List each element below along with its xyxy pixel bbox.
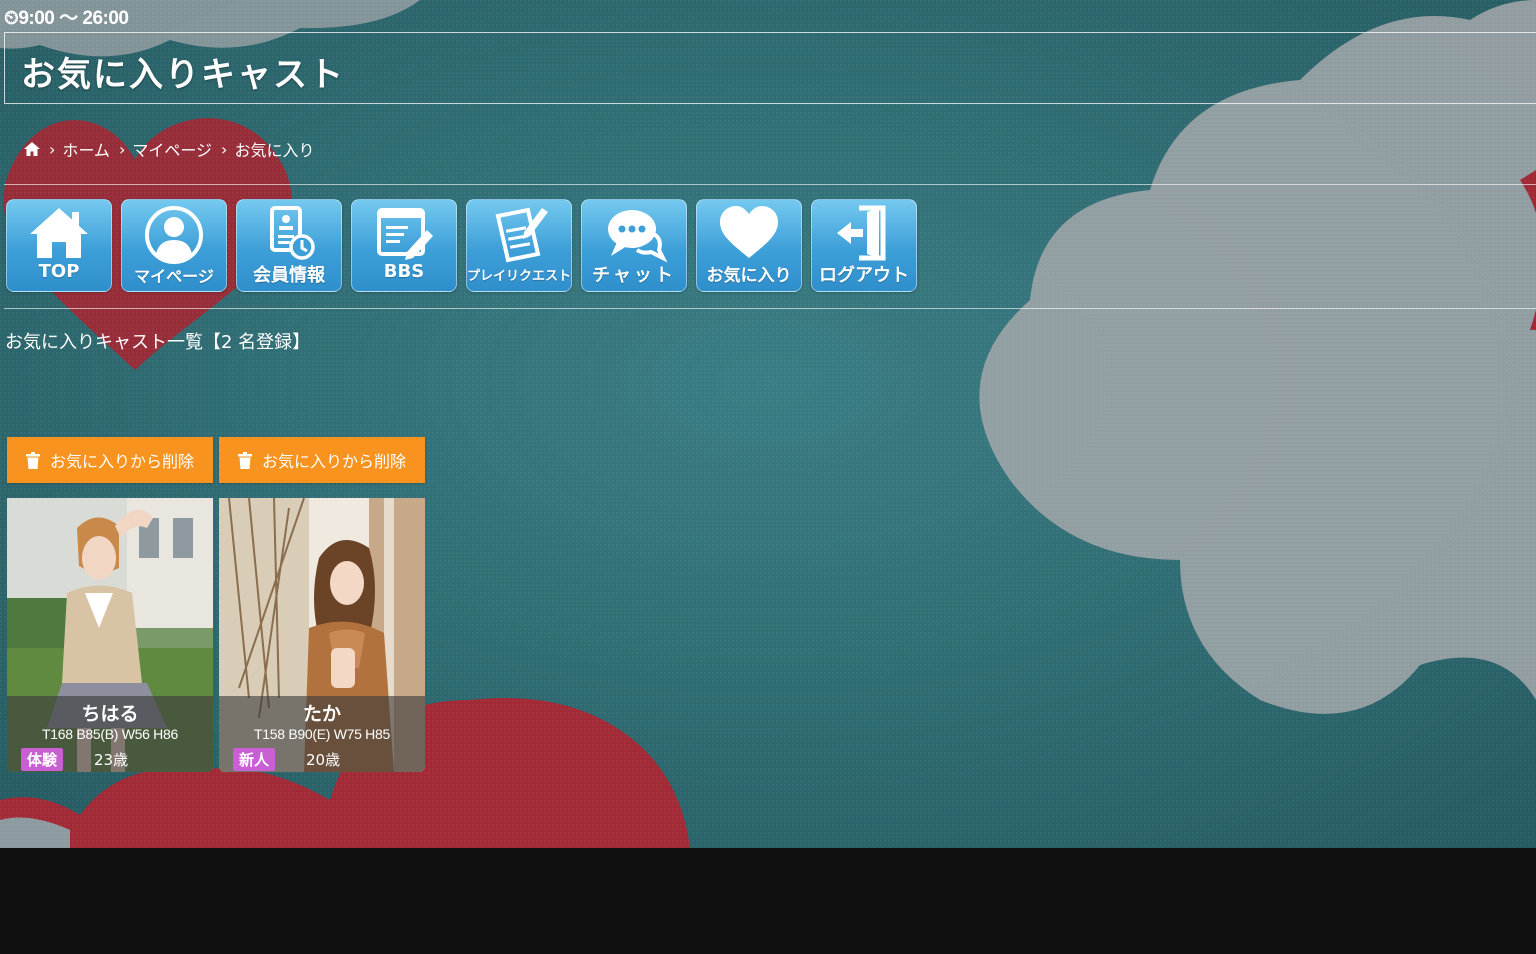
status-badge: 新人: [233, 748, 276, 771]
nav-play-request-button[interactable]: プレイリクエスト: [466, 199, 572, 292]
nav-favorites-button[interactable]: お気に入り: [696, 199, 802, 292]
bbs-icon: [377, 208, 433, 260]
breadcrumb-separator: ›: [221, 139, 228, 159]
nav-label: 会員情報: [253, 265, 325, 286]
nav-mypage-button[interactable]: マイページ: [121, 199, 227, 292]
member-info-icon: [270, 206, 315, 260]
footer: [0, 848, 1536, 954]
breadcrumb-separator: ›: [118, 139, 126, 159]
remove-favorite-label: お気に入りから削除: [49, 452, 194, 471]
nav-label: チャット: [592, 265, 676, 286]
cast-info: ちはる T168 B85(B) W56 H86 体験 23歳: [7, 696, 213, 772]
divider: [4, 308, 1536, 309]
trash-icon: [237, 451, 252, 469]
user-icon: [145, 206, 203, 264]
remove-favorite-button[interactable]: お気に入りから削除: [7, 437, 213, 483]
cast-age: 23歳: [94, 751, 129, 769]
nav-top-button[interactable]: TOP: [6, 199, 112, 292]
remove-favorite-button[interactable]: お気に入りから削除: [219, 437, 425, 483]
breadcrumb: › ホーム › マイページ › お気に入り: [24, 137, 314, 161]
remove-favorite-label: お気に入りから削除: [261, 452, 406, 471]
cast-card: お気に入りから削除 たか T158 B90(E) W75 H85 新人 20歳: [219, 437, 425, 772]
status-badge: 体験: [21, 748, 64, 771]
page-title-box: お気に入りキャスト: [4, 32, 1536, 104]
nav-bbs-button[interactable]: BBS: [351, 199, 457, 292]
nav-label: プレイリクエスト: [467, 269, 572, 284]
business-hours: ⏲9:00 〜 26:00: [4, 8, 129, 29]
cast-age: 20歳: [306, 751, 341, 769]
cast-name: たか: [302, 703, 341, 725]
cast-info: たか T158 B90(E) W75 H85 新人 20歳: [219, 696, 425, 772]
breadcrumb-mypage[interactable]: マイページ: [132, 137, 212, 161]
favorites-heading: お気に入りキャスト一覧【2 名登録】: [5, 332, 311, 353]
divider: [4, 184, 1536, 185]
nav-label: マイページ: [134, 267, 214, 286]
nav-label: お気に入り: [706, 266, 792, 286]
nav-logout-button[interactable]: ログアウト: [811, 199, 917, 292]
nav-label: BBS: [383, 261, 425, 282]
cast-name: ちはる: [81, 703, 139, 725]
home-icon: [30, 208, 88, 258]
chat-icon: [608, 210, 668, 263]
breadcrumb-separator: ›: [49, 139, 56, 159]
cast-photo[interactable]: たか T158 B90(E) W75 H85 新人 20歳: [219, 498, 425, 772]
cast-photo[interactable]: ちはる T168 B85(B) W56 H86 体験 23歳: [7, 498, 213, 772]
heart-icon: [720, 206, 778, 258]
nav-chat-button[interactable]: チャット: [581, 199, 687, 292]
logout-icon: [837, 205, 886, 261]
request-icon: [495, 207, 548, 263]
breadcrumb-favorites: お気に入り: [234, 141, 315, 160]
cast-card: お気に入りから削除 ちはる T168 B85(B) W56 H86 体験 23歳: [7, 437, 213, 772]
trash-icon: [25, 451, 40, 469]
breadcrumb-home[interactable]: ホーム: [62, 137, 110, 161]
nav-label: ログアウト: [819, 265, 909, 286]
nav-member-info-button[interactable]: 会員情報: [236, 199, 342, 292]
nav-label: TOP: [38, 261, 80, 282]
page-title: お気に入りキャスト: [21, 55, 345, 95]
home-icon[interactable]: [24, 142, 40, 156]
cast-sizes: T158 B90(E) W75 H85: [254, 726, 390, 742]
cast-sizes: T168 B85(B) W56 H86: [42, 726, 178, 742]
member-nav: TOP マイページ 会員情報 BBS プレイリクエスト チャット お気に入り ロ…: [6, 199, 917, 292]
